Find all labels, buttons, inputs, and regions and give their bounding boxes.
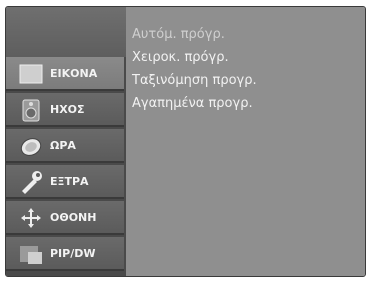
menu-option-favorite-program[interactable]: Αγαπημένα προγρ.	[132, 95, 253, 113]
sidebar-item-label: ΟΘΟΝΗ	[50, 211, 97, 224]
pip-icon	[18, 242, 44, 266]
menu-option-manual-program[interactable]: Χειροκ. πρόγρ.	[132, 49, 229, 67]
sidebar-item-sound[interactable]: ΗΧΟΣ	[6, 93, 124, 127]
sidebar-menu: ΕΙΚΟΝΑ ΗΧΟΣ ΩΡΑ ΕΞΤΡΑ ΟΘΟΝΗ PIP/DW	[6, 57, 126, 276]
screen-move-icon	[18, 206, 44, 230]
sidebar-item-label: ΕΞΤΡΑ	[50, 175, 89, 188]
speaker-icon	[18, 98, 44, 122]
sidebar-item-screen[interactable]: ΟΘΟΝΗ	[6, 201, 124, 235]
sidebar-item-label: ΗΧΟΣ	[50, 103, 85, 116]
sidebar-item-time[interactable]: ΩΡΑ	[6, 129, 124, 163]
menu-option-auto-program[interactable]: Αυτόμ. πρόγρ.	[132, 26, 225, 44]
sidebar-item-pip[interactable]: PIP/DW	[6, 237, 124, 271]
sidebar-item-extras[interactable]: ΕΞΤΡΑ	[6, 165, 124, 199]
sidebar-item-picture[interactable]: ΕΙΚΟΝΑ	[6, 57, 124, 91]
picture-icon	[18, 62, 44, 86]
sidebar-item-label: ΕΙΚΟΝΑ	[50, 67, 98, 80]
sidebar-header	[6, 7, 126, 57]
sidebar-item-label: PIP/DW	[50, 247, 96, 260]
extras-icon	[18, 170, 44, 194]
sidebar-item-label: ΩΡΑ	[50, 139, 76, 152]
tv-osd-window: ΕΙΚΟΝΑ ΗΧΟΣ ΩΡΑ ΕΞΤΡΑ ΟΘΟΝΗ PIP/DW Αυτόμ…	[5, 6, 366, 277]
clock-icon	[18, 134, 44, 158]
menu-option-sort-program[interactable]: Ταξινόμηση προγρ.	[132, 72, 257, 90]
submenu-panel: Αυτόμ. πρόγρ. Χειροκ. πρόγρ. Ταξινόμηση …	[126, 7, 365, 276]
